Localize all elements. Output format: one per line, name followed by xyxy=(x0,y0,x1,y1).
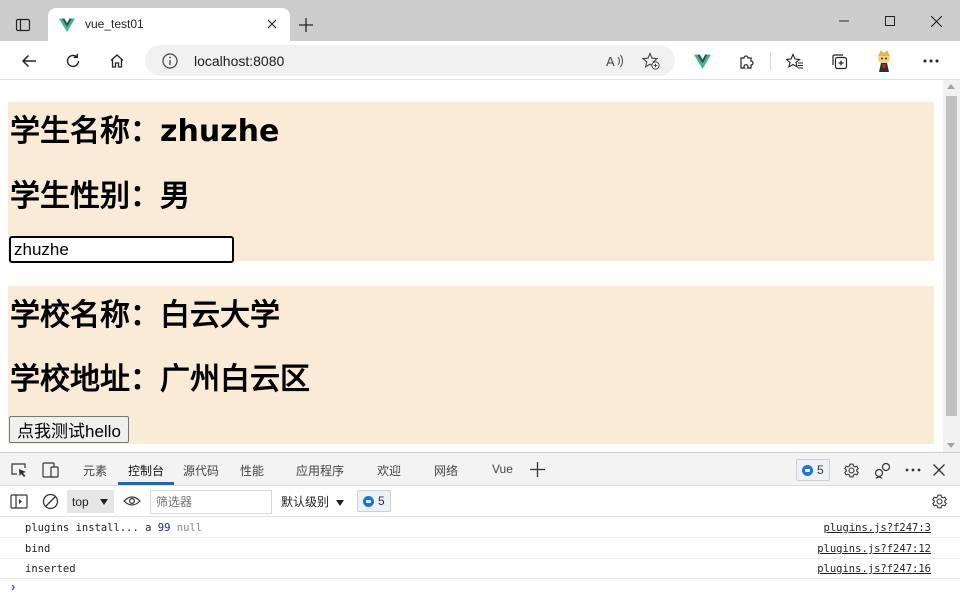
customize-connections-icon[interactable] xyxy=(873,460,893,480)
school-address-heading: 学校地址：广州白云区 xyxy=(10,362,310,397)
tab-console[interactable]: 控制台 xyxy=(128,462,164,479)
console-log-row: plugins install... a 99 null plugins.js?… xyxy=(0,518,960,538)
dropdown-caret-icon xyxy=(100,499,108,505)
tab-strip: vue_test01 xyxy=(0,0,960,41)
console-log-area: plugins install... a 99 null plugins.js?… xyxy=(0,517,960,604)
tab-elements[interactable]: 元素 xyxy=(83,462,107,479)
svg-text:A: A xyxy=(606,54,615,69)
devtools-tab-bar: 元素 控制台 源代码 性能 应用程序 欢迎 网络 Vue 5 xyxy=(0,453,960,486)
log-message: plugins install... a 99 null xyxy=(25,522,203,534)
close-tab-icon[interactable] xyxy=(263,15,281,33)
back-arrow-icon[interactable] xyxy=(14,46,44,76)
site-info-icon[interactable] xyxy=(161,52,179,70)
close-window-icon[interactable] xyxy=(913,6,959,36)
tab-actions-icon[interactable] xyxy=(10,12,36,38)
devtools-more-icon[interactable] xyxy=(903,460,923,480)
console-log-row: inserted plugins.js?f247:16 xyxy=(0,559,960,579)
more-menu-icon[interactable] xyxy=(916,46,946,76)
console-log-row: bind plugins.js?f247:12 xyxy=(0,539,960,559)
console-prompt-icon[interactable]: › xyxy=(11,579,15,594)
log-message: bind xyxy=(25,543,51,555)
tab-vue[interactable]: Vue xyxy=(492,462,513,476)
inspect-element-icon[interactable] xyxy=(9,460,29,480)
log-message: inserted xyxy=(25,563,76,575)
message-icon xyxy=(363,495,374,507)
scroll-up-arrow-icon[interactable] xyxy=(947,84,955,89)
vue-logo-icon xyxy=(59,18,75,32)
browser-window: vue_test01 localhost:8080 A 学生名称：zhuzhe … xyxy=(0,0,960,604)
tab-title: vue_test01 xyxy=(85,17,144,31)
tab-application[interactable]: 应用程序 xyxy=(296,462,344,479)
add-tool-icon[interactable] xyxy=(527,459,547,479)
console-toolbar: top 默认级别 5 xyxy=(0,486,960,517)
scrollbar-thumb[interactable] xyxy=(946,96,957,416)
extensions-icon[interactable] xyxy=(731,46,761,76)
active-tab-indicator xyxy=(118,482,174,485)
home-icon[interactable] xyxy=(102,46,132,76)
test-hello-button[interactable]: 点我测试hello xyxy=(9,416,129,443)
context-selector[interactable]: top xyxy=(67,490,114,513)
student-component: 学生名称：zhuzhe 学生性别：男 xyxy=(8,102,934,263)
tab-performance[interactable]: 性能 xyxy=(240,462,264,479)
log-source-link[interactable]: plugins.js?f247:12 xyxy=(817,543,931,555)
message-icon xyxy=(802,464,813,476)
console-filter-input[interactable] xyxy=(150,490,272,514)
show-sidebar-icon[interactable] xyxy=(9,491,29,511)
favorite-add-icon[interactable] xyxy=(641,51,661,71)
page-viewport: 学生名称：zhuzhe 学生性别：男 学校名称：白云大学 学校地址：广州白云区 … xyxy=(0,80,943,452)
refresh-icon[interactable] xyxy=(58,46,88,76)
student-name-input[interactable] xyxy=(9,236,234,263)
favorites-icon[interactable] xyxy=(780,46,810,76)
device-emulation-icon[interactable] xyxy=(41,460,61,480)
student-name-heading: 学生名称：zhuzhe xyxy=(10,114,280,149)
profile-avatar-icon[interactable] xyxy=(869,46,899,76)
address-bar[interactable]: localhost:8080 A xyxy=(145,45,675,76)
page-scrollbar[interactable] xyxy=(943,80,960,452)
tab-network[interactable]: 网络 xyxy=(434,462,458,479)
close-devtools-icon[interactable] xyxy=(929,460,949,480)
log-level-selector[interactable]: 默认级别 xyxy=(281,493,345,510)
issues-count: 5 xyxy=(817,463,824,477)
school-name-heading: 学校名称：白云大学 xyxy=(10,298,280,333)
school-component: 学校名称：白云大学 学校地址：广州白云区 点我测试hello xyxy=(8,286,934,444)
new-tab-icon[interactable] xyxy=(294,13,318,37)
log-source-link[interactable]: plugins.js?f247:3 xyxy=(824,522,931,534)
collections-icon[interactable] xyxy=(824,46,854,76)
log-level-value: 默认级别 xyxy=(281,495,330,509)
vue-devtools-extension-icon[interactable] xyxy=(687,46,717,76)
tab-sources[interactable]: 源代码 xyxy=(183,462,219,479)
minimize-icon[interactable] xyxy=(821,6,867,36)
student-sex-heading: 学生性别：男 xyxy=(10,179,190,214)
settings-gear-icon[interactable] xyxy=(841,460,861,480)
clear-console-icon[interactable] xyxy=(40,491,60,511)
console-settings-gear-icon[interactable] xyxy=(929,491,949,511)
scroll-down-arrow-icon[interactable] xyxy=(947,443,955,448)
issues-badge[interactable]: 5 xyxy=(796,459,830,481)
url-text: localhost:8080 xyxy=(194,53,285,69)
log-source-link[interactable]: plugins.js?f247:16 xyxy=(817,563,931,575)
context-value: top xyxy=(72,494,89,509)
toolbar-divider xyxy=(770,52,771,70)
browser-toolbar: localhost:8080 A xyxy=(0,41,960,80)
devtools-panel: 元素 控制台 源代码 性能 应用程序 欢迎 网络 Vue 5 top 筛选器 默… xyxy=(0,452,960,604)
read-aloud-icon[interactable]: A xyxy=(605,51,625,71)
dropdown-caret-icon xyxy=(336,499,345,506)
browser-tab[interactable]: vue_test01 xyxy=(48,8,290,41)
console-issues-badge[interactable]: 5 xyxy=(357,490,391,512)
maximize-icon[interactable] xyxy=(867,6,913,36)
tab-welcome[interactable]: 欢迎 xyxy=(377,462,401,479)
live-expression-eye-icon[interactable] xyxy=(122,491,142,511)
console-issues-count: 5 xyxy=(378,494,385,508)
